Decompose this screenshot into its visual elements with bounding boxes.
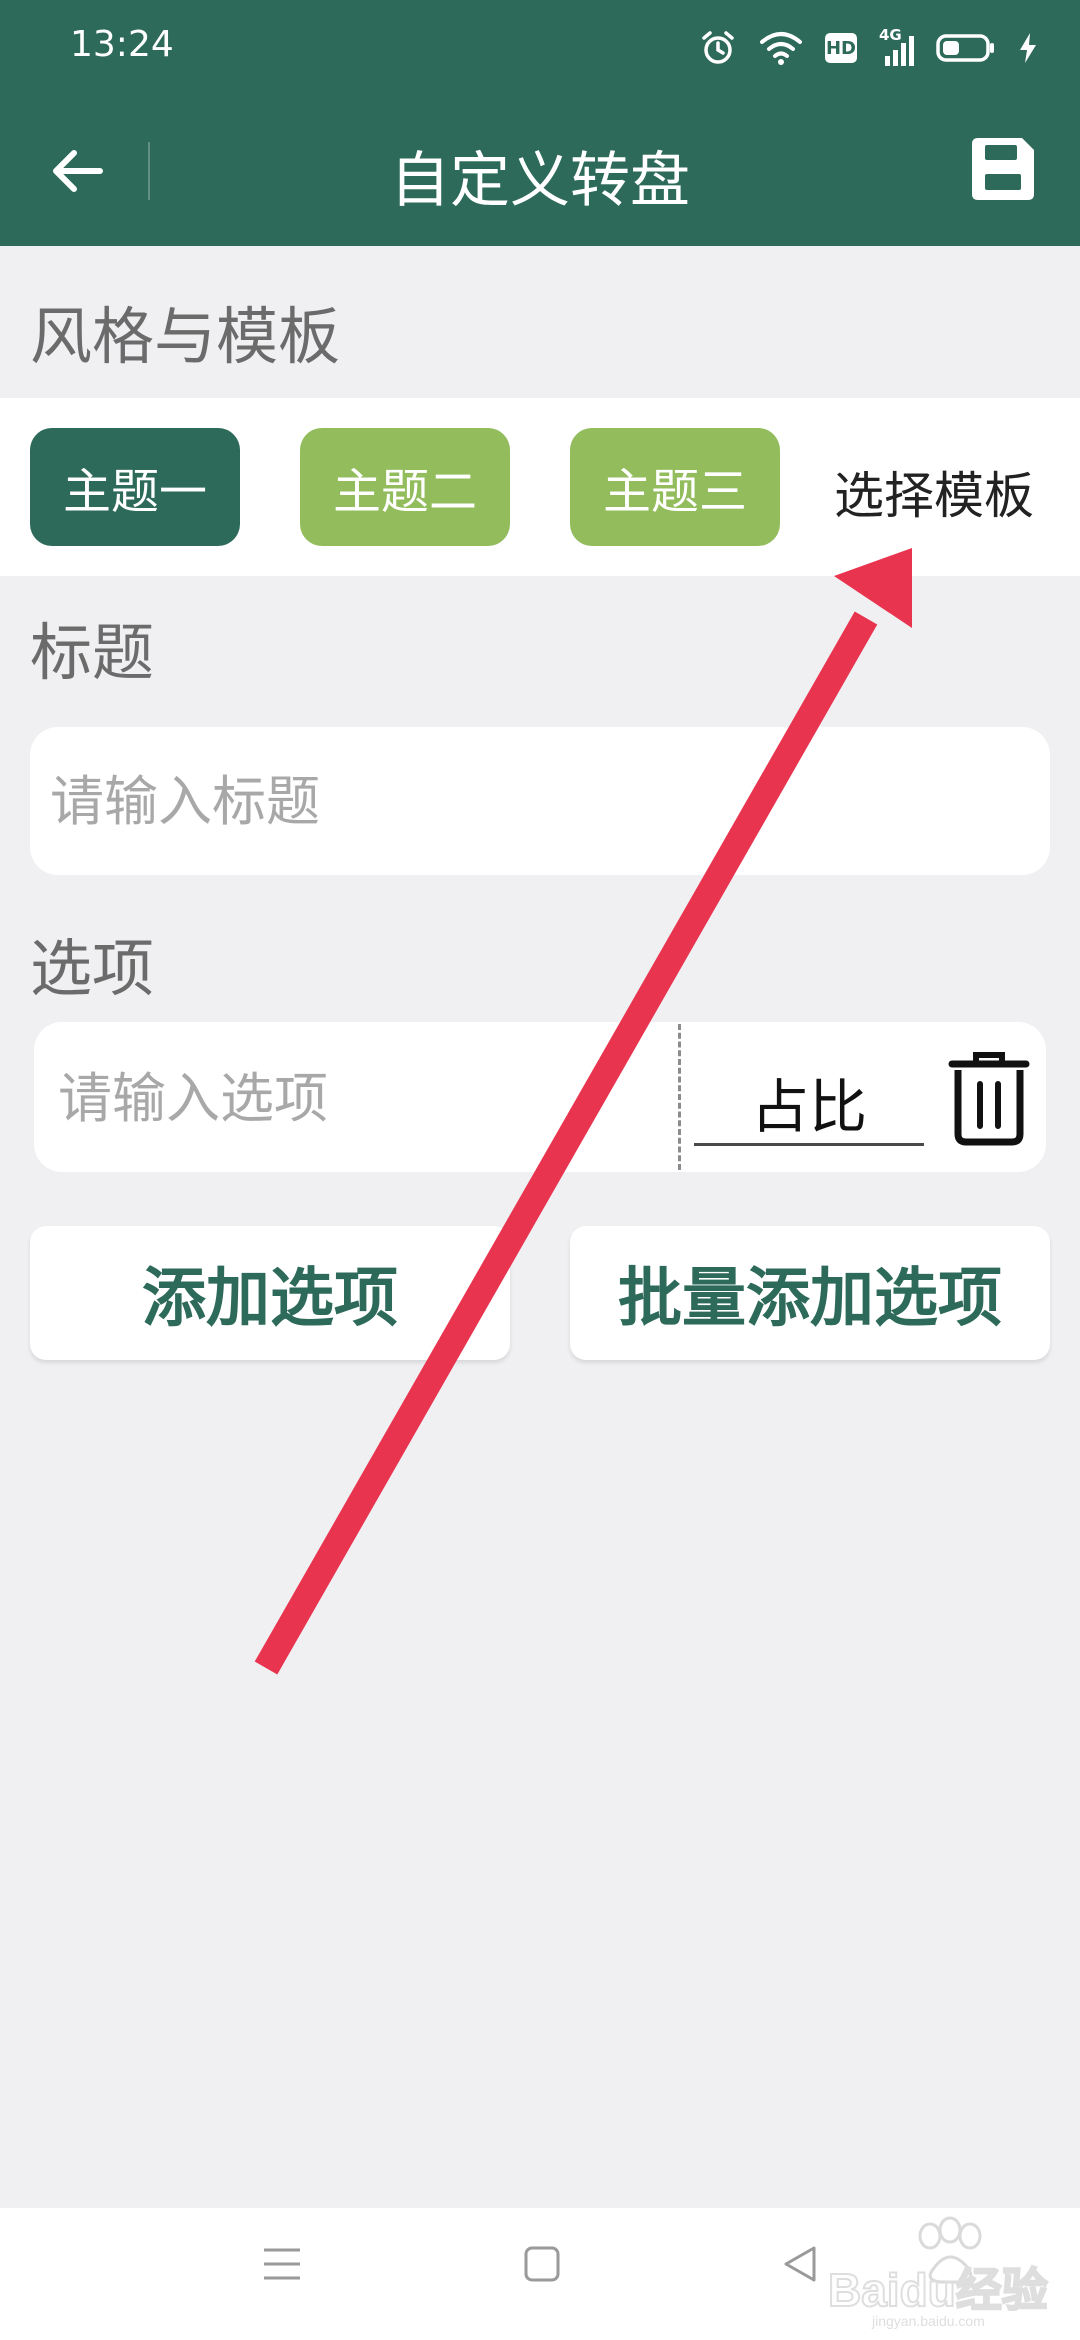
svg-text:jingyan.baidu.com: jingyan.baidu.com (871, 2313, 985, 2329)
battery-icon (936, 34, 994, 62)
trash-icon (948, 1052, 1030, 1146)
baidu-paw-icon: Baidu经验 jingyan.baidu.com (827, 2216, 1049, 2329)
back-nav-button[interactable] (780, 2244, 820, 2288)
menu-button[interactable] (262, 2244, 302, 2288)
home-icon (524, 2246, 560, 2282)
back-triangle-icon (784, 2246, 816, 2282)
options-section-label: 选项 (30, 932, 155, 1005)
theme-3-button[interactable]: 主题三 (570, 428, 780, 546)
home-button[interactable] (522, 2244, 562, 2288)
page-title: 自定义转盘 (390, 146, 690, 216)
option-input[interactable] (56, 1022, 670, 1174)
add-option-button[interactable]: 添加选项 (30, 1226, 510, 1360)
title-input[interactable] (30, 727, 1070, 875)
title-input-card (30, 727, 1070, 875)
alarm-icon (702, 31, 734, 64)
select-template-link[interactable]: 选择模板 (834, 456, 1034, 528)
save-icon (972, 138, 1034, 200)
option-divider (678, 1024, 681, 1170)
save-button[interactable] (968, 134, 1038, 204)
theme-1-button[interactable]: 主题一 (30, 428, 240, 546)
hd-icon: HD (825, 33, 857, 63)
title-section-label: 标题 (30, 616, 155, 689)
option-input-wrapper (56, 1022, 670, 1174)
svg-text:Baidu经验: Baidu经验 (828, 2264, 1048, 2316)
menu-icon (264, 2248, 300, 2280)
style-section-label: 风格与模板 (30, 300, 341, 373)
baidu-watermark: Baidu经验 jingyan.baidu.com (827, 2202, 1068, 2336)
status-icons: HD 4G (699, 26, 1038, 70)
charging-icon (1020, 33, 1036, 63)
wifi-icon (760, 32, 802, 65)
delete-option-button[interactable] (948, 1050, 1030, 1146)
batch-add-option-button[interactable]: 批量添加选项 (570, 1226, 1050, 1360)
theme-2-button[interactable]: 主题二 (300, 428, 510, 546)
ratio-field[interactable]: 占比 (694, 1060, 924, 1144)
status-time: 13:24 (70, 24, 174, 65)
ratio-underline (694, 1143, 924, 1146)
signal-4g-icon: 4G (879, 26, 914, 66)
